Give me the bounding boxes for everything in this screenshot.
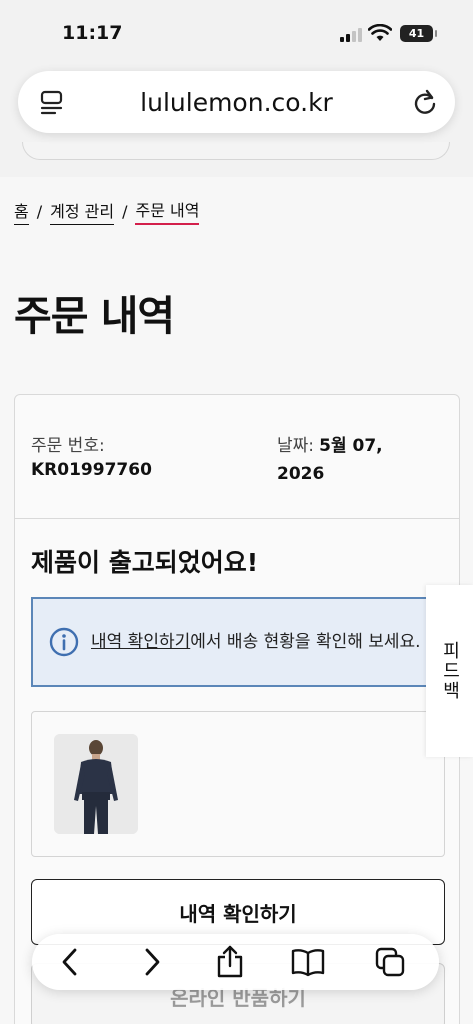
page-title: 주문 내역 [14,292,175,340]
status-time: 11:17 [62,22,123,44]
address-bar[interactable]: lululemon.co.kr [18,71,455,133]
product-image[interactable] [54,734,138,834]
breadcrumb-separator: / [122,201,128,221]
history-link[interactable]: 내역 확인하기 [91,632,190,652]
back-button[interactable] [52,944,88,980]
browser-toolbar [32,934,439,990]
battery-indicator: 41 [400,25,437,42]
product-item [31,711,445,857]
shipment-title: 제품이 출고되었어요! [31,548,259,577]
forward-icon [145,948,160,976]
url-text[interactable]: lululemon.co.kr [140,88,333,117]
order-card: 주문 번호: KR01997760 날짜: 5월 07, 2026 제품이 출고… [14,394,460,1024]
cellular-signal-icon [340,26,362,42]
product-photo [54,734,138,834]
tabs-icon [375,947,405,977]
shipment-info-message: 에서 배송 현황을 확인해 보세요. [190,632,421,652]
book-icon [291,949,325,977]
shipment-info-text: 내역 확인하기에서 배송 현황을 확인해 보세요. [91,627,431,657]
share-button[interactable] [212,944,248,980]
order-number: 주문 번호: KR01997760 [31,431,152,484]
browser-header: lululemon.co.kr [0,62,473,177]
wifi-icon [368,24,392,41]
feedback-tab[interactable]: 피드백 [426,585,473,757]
breadcrumb-home[interactable]: 홈 [14,198,29,225]
order-number-value: KR01997760 [31,460,152,480]
back-icon [62,948,77,976]
reader-icon[interactable] [38,89,66,117]
order-meta: 주문 번호: KR01997760 날짜: 5월 07, 2026 [15,395,459,519]
order-number-label: 주문 번호: [31,436,105,456]
bookmarks-button[interactable] [290,944,326,980]
battery-level: 41 [408,27,425,40]
order-date: 날짜: 5월 07, 2026 [277,431,427,488]
shipment-info-box: 내역 확인하기에서 배송 현황을 확인해 보세요. [31,597,431,687]
address-bar-shadow [22,142,450,160]
order-date-label: 날짜: [277,436,315,456]
forward-button[interactable] [134,944,170,980]
reload-icon[interactable] [411,88,439,116]
status-bar: 11:17 41 [0,0,473,62]
breadcrumb-current[interactable]: 주문 내역 [135,197,200,225]
breadcrumb-separator: / [36,201,43,221]
feedback-tab-label: 피드백 [439,641,461,701]
share-icon [217,945,243,978]
info-icon [49,627,79,657]
breadcrumb: 홈 / 계정 관리 / 주문 내역 [14,197,200,225]
tabs-button[interactable] [372,944,408,980]
breadcrumb-account[interactable]: 계정 관리 [50,198,115,225]
